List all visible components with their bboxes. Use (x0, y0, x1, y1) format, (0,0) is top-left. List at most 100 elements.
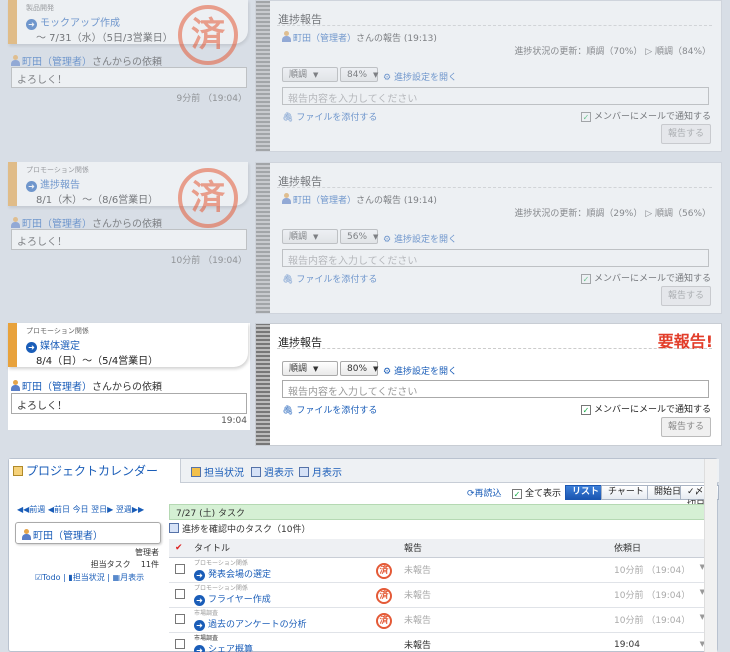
status-select[interactable]: 順調 ▼ (282, 229, 338, 244)
check-all-icon[interactable]: ✔ (169, 539, 188, 558)
task-dates: 8/4（日）〜（5/4営業日） (36, 356, 159, 367)
arrow-right-icon: ➜ (194, 620, 205, 631)
task-category: プロモーション関係 (26, 327, 89, 335)
percent-select[interactable]: 80% ▼ (340, 361, 378, 376)
scrollbar[interactable] (704, 459, 717, 652)
checkbox-icon (175, 588, 185, 599)
table-row: プロモーション関係 ➜ 発表会場の選定 済未報告 10分前 （19:04） ▼ (169, 557, 715, 583)
tab-project-calendar[interactable]: プロジェクトカレンダー (9, 459, 181, 483)
week-calendar-icon (251, 467, 261, 477)
checkbox-icon (175, 563, 185, 574)
assigned-task-summary: 担当タスク 11件 (91, 559, 159, 570)
task-name: 媒体選定 (40, 341, 80, 352)
task-count-label: 担当タスク (90, 560, 131, 569)
side-links: ☑Todo | ▮担当状況 | ▦月表示 (35, 573, 145, 582)
status-value: 順調 (289, 364, 308, 374)
view-list-button[interactable]: リスト (565, 485, 607, 500)
percent-select[interactable]: 56% ▼ (340, 229, 378, 244)
table-row: プロモーション関係 ➜ フライヤー作成 済未報告 10分前 （19:04） ▼ (169, 582, 715, 608)
prev-week-link[interactable]: ◀◀前週 (17, 505, 45, 514)
percent-select[interactable]: 84% ▼ (340, 67, 378, 82)
status-select[interactable]: 順調 ▼ (282, 67, 338, 82)
request-text: よろしく！ (11, 67, 247, 88)
reload-link[interactable]: ⟳再読込 (467, 486, 502, 499)
submit-report-button[interactable]: 報告する (661, 417, 711, 437)
row-checkbox[interactable] (169, 557, 188, 583)
report-time: (19:14) (403, 196, 437, 206)
requester-link[interactable]: 町田（管理者） (22, 382, 92, 393)
gear-icon: ⚙ (383, 367, 392, 377)
request-text: よろしく！ (11, 393, 247, 414)
attach-file-link[interactable]: 🖇 ファイルを添付する (282, 110, 377, 123)
pending-tasks-header: 進捗を確認中のタスク（10件） (169, 522, 310, 535)
task-name-link[interactable]: ➜ モックアップ作成 (26, 14, 120, 30)
requested-time: 10分前 （19:04） (614, 566, 691, 576)
next-week-link[interactable]: 翌週▶▶ (116, 505, 144, 514)
report-input[interactable]: 報告内容を入力してください (282, 249, 709, 267)
report-input[interactable]: 報告内容を入力してください (282, 380, 709, 398)
task-category: 製品開発 (26, 4, 54, 12)
row-category: 市場調査 (194, 635, 219, 642)
prev-day-link[interactable]: ◀前日 (48, 505, 70, 514)
task-name-link[interactable]: ➜ 媒体選定 (26, 337, 80, 353)
status-select[interactable]: 順調 ▼ (282, 361, 338, 376)
caret-down-icon: ▼ (373, 233, 379, 241)
notify-checkbox[interactable]: ✓ メンバーにメールで通知する (580, 402, 711, 415)
request-suffix: さんからの依頼 (92, 382, 162, 393)
row-report: 未報告 (398, 582, 608, 608)
attach-file-link[interactable]: 🖇 ファイルを添付する (282, 403, 377, 416)
checkbox-checked-icon: ✓ (580, 274, 591, 284)
notify-checkbox[interactable]: ✓ メンバーにメールで通知する (580, 109, 711, 122)
submit-report-button[interactable]: 報告する (661, 286, 711, 306)
row-title-link[interactable]: ➜ シェア概算 (194, 645, 253, 652)
task-name-link[interactable]: ➜ 進捗報告 (26, 176, 80, 192)
tab-label: 週表示 (264, 468, 294, 479)
month-view-link[interactable]: ▦月表示 (113, 573, 145, 582)
attach-file-link[interactable]: 🖇 ファイルを添付する (282, 272, 377, 285)
link-label: 担当状況 (72, 573, 105, 582)
next-day-link[interactable]: 翌日▶ (91, 505, 113, 514)
row-checkbox[interactable] (169, 582, 188, 608)
notify-checkbox[interactable]: ✓ メンバーにメールで通知する (580, 271, 711, 284)
report-suffix: さんの報告 (356, 34, 402, 44)
checkbox-checked-icon: ✓ (580, 112, 591, 122)
row-checkbox[interactable] (169, 607, 188, 633)
user-icon (22, 529, 31, 540)
table-header: ✔ タイトル 報告 依頼日 (169, 539, 715, 558)
todo-link[interactable]: ☑Todo (35, 573, 61, 582)
view-chart-button[interactable]: チャート (601, 485, 651, 500)
task-card: プロモーション関係 ➜ 媒体選定 8/4（日）〜（5/4営業日） (8, 323, 248, 367)
task-name: モックアップ作成 (40, 18, 120, 29)
row-title-link[interactable]: ➜ 発表会場の選定 (194, 570, 272, 581)
done-stamp-icon: 済 (376, 562, 392, 579)
row-title-link[interactable]: ➜ フライヤー作成 (194, 595, 271, 606)
caret-down-icon: ▼ (313, 233, 319, 241)
progress-setting-link[interactable]: ⚙ 進捗設定を開く (383, 364, 457, 377)
requested-time: 19:04 (614, 639, 640, 650)
submit-report-button[interactable]: 報告する (661, 124, 711, 144)
report-input[interactable]: 報告内容を入力してください (282, 87, 709, 105)
tab-week-view[interactable]: 週表示 (251, 464, 294, 479)
project-calendar: プロジェクトカレンダー 担当状況 週表示 月表示 ⟳再読込 ✓ 全て表示 リスト … (8, 458, 719, 652)
progress-setting-link[interactable]: ⚙ 進捗設定を開く (383, 232, 457, 245)
current-user-box[interactable]: 町田（管理者） (15, 522, 161, 544)
row-title: 発表会場の選定 (208, 570, 272, 580)
today-link[interactable]: 今日 (73, 505, 89, 514)
setting-label: 進捗設定を開く (393, 367, 457, 377)
row-title-link[interactable]: ➜ 過去のアンケートの分析 (194, 620, 307, 631)
row-checkbox[interactable] (169, 632, 188, 652)
show-all-checkbox[interactable]: ✓ 全て表示 (512, 486, 561, 499)
request-time: 10分前 （19:04） (170, 256, 247, 266)
reporter-link[interactable]: 町田（管理者） (293, 34, 356, 44)
column-report: 報告 (398, 539, 608, 558)
tab-assignment-status[interactable]: 担当状況 (191, 464, 244, 479)
month-calendar-icon (299, 467, 309, 477)
assignment-status-link[interactable]: ▮担当状況 (68, 573, 104, 582)
reporter-link[interactable]: 町田（管理者） (293, 196, 356, 206)
user-icon (282, 31, 291, 42)
progress-setting-link[interactable]: ⚙ 進捗設定を開く (383, 70, 457, 83)
checkbox-icon (175, 638, 185, 649)
tab-month-view[interactable]: 月表示 (299, 464, 342, 479)
task-dates: 〜 7/31（水）（5日/3営業日） (36, 33, 173, 44)
task-category: プロモーション関係 (26, 166, 89, 174)
